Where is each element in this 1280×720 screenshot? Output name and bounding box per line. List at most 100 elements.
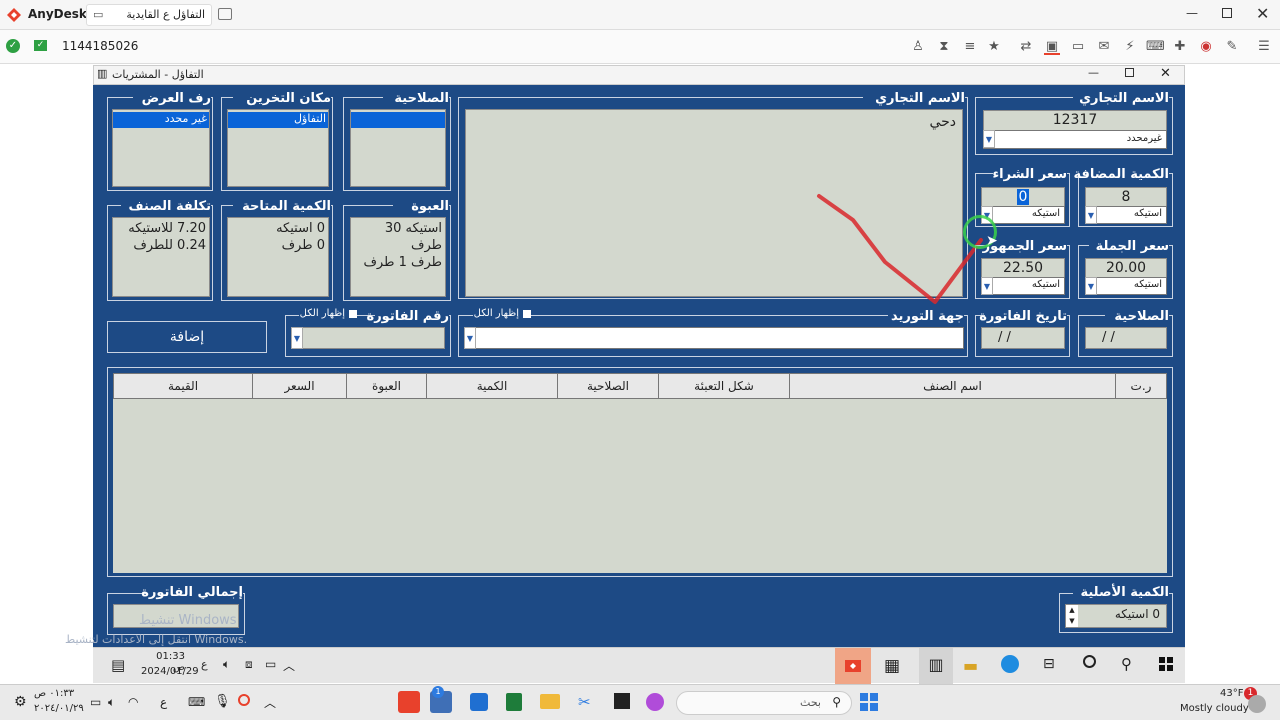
item-code-field[interactable]: 12317 xyxy=(983,110,1167,131)
actions-icon[interactable]: ⚡ xyxy=(1122,39,1138,55)
original-qty-field[interactable]: 0 استيكه xyxy=(1065,604,1167,628)
chevron-up-icon[interactable]: ︿ xyxy=(264,694,276,711)
app-maximize-button[interactable] xyxy=(1125,68,1134,77)
col-header-price[interactable]: السعر xyxy=(252,373,347,399)
invoice-show-all[interactable]: إظهار الكل xyxy=(299,308,357,322)
session-tab[interactable]: ▭ التفاؤل ع القايدية xyxy=(86,4,212,26)
local-clock-time[interactable]: ٠١:٣٣ ص xyxy=(34,688,74,699)
added-qty-unit-select[interactable]: استيكه xyxy=(1085,206,1167,224)
notification-icon[interactable]: ▤ xyxy=(111,656,125,674)
file-transfer-icon[interactable]: ⇄ xyxy=(1018,39,1034,55)
invoice-no-select[interactable] xyxy=(291,327,445,349)
new-tab-icon[interactable] xyxy=(218,8,232,20)
taskbar-anydesk-button[interactable] xyxy=(835,648,871,684)
search-icon[interactable]: ⚲ xyxy=(1121,655,1132,673)
weather-temp[interactable]: 43°F xyxy=(1220,688,1243,699)
cortana-icon[interactable] xyxy=(1083,655,1096,668)
record-icon[interactable]: ◉ xyxy=(1198,39,1214,55)
checkbox[interactable] xyxy=(349,310,357,318)
wholesale-unit-select[interactable]: استيكه xyxy=(1085,277,1167,295)
wholesale-field[interactable]: 20.00 xyxy=(1085,258,1167,278)
remote-clock-date[interactable]: 2024/01/29 xyxy=(141,666,199,677)
volume-icon[interactable]: 🔈︎ xyxy=(108,695,115,710)
supplier-show-all[interactable]: إظهار الكل xyxy=(473,308,531,322)
display-icon[interactable]: ▭ xyxy=(1070,39,1086,55)
remote-lang[interactable]: ع xyxy=(201,658,208,671)
battery-icon[interactable]: ▭ xyxy=(265,657,276,671)
col-header-quantity[interactable]: الكمية xyxy=(426,373,558,399)
wifi-icon[interactable]: ◠ xyxy=(128,695,138,709)
battery-icon[interactable]: ▭ xyxy=(90,695,101,709)
close-button[interactable]: ✕ xyxy=(1256,4,1269,23)
barcode-app-icon[interactable]: ▥ xyxy=(919,648,953,684)
settings-icon[interactable]: ⚙ xyxy=(14,694,27,710)
edge-icon[interactable] xyxy=(1001,655,1019,673)
chevron-up-icon[interactable]: ︿ xyxy=(283,657,295,674)
chevron-down-icon[interactable]: ▼ xyxy=(983,130,995,148)
chevron-down-icon[interactable]: ▼ xyxy=(1085,206,1097,224)
weather-desc[interactable]: Mostly cloudy xyxy=(1180,703,1249,714)
expiry-list[interactable] xyxy=(350,109,446,187)
local-clock-date[interactable]: ٢٠٢٤/٠١/٢٩ xyxy=(34,703,84,714)
add-button[interactable]: إضافة xyxy=(107,321,267,353)
col-header-value[interactable]: القيمة xyxy=(113,373,253,399)
folder-icon[interactable]: ▬ xyxy=(963,656,978,675)
search-box[interactable]: بحث ⚲ xyxy=(676,691,852,715)
expiry2-field[interactable]: / / xyxy=(1085,327,1167,349)
keyboard-icon[interactable]: ⌨ xyxy=(188,695,205,709)
local-lang[interactable]: ع xyxy=(160,695,167,709)
minimize-button[interactable]: — xyxy=(1186,6,1198,20)
col-header-item-name[interactable]: اسم الصنف xyxy=(789,373,1116,399)
monitor-select-icon[interactable]: ▣ xyxy=(1044,39,1060,55)
shelf-list[interactable]: غير محدد xyxy=(112,109,210,187)
public-price-field[interactable]: 22.50 xyxy=(981,258,1065,278)
database-icon[interactable]: ≡ xyxy=(962,39,978,55)
draw-icon[interactable]: ✎ xyxy=(1224,39,1240,55)
chevron-down-icon[interactable]: ▼ xyxy=(291,327,303,349)
col-header-expiry[interactable]: الصلاحية xyxy=(557,373,659,399)
windows-start-icon[interactable] xyxy=(1159,657,1173,671)
permissions-icon[interactable]: ✚ xyxy=(1172,39,1188,55)
network-icon[interactable]: ⧈ xyxy=(245,657,253,672)
folder-icon[interactable] xyxy=(540,694,560,709)
col-header-serial[interactable]: ر.ت xyxy=(1115,373,1167,399)
shelf-option[interactable]: غير محدد xyxy=(113,112,209,128)
col-header-pack[interactable]: العبوة xyxy=(346,373,427,399)
items-table[interactable]: ر.ت اسم الصنف شكل التعبئة الصلاحية الكمي… xyxy=(113,373,1167,573)
col-header-pack-form[interactable]: شكل التعبئة xyxy=(658,373,790,399)
mic-icon[interactable]: 🎙︎ xyxy=(214,694,231,709)
task-view-icon[interactable]: ⊟ xyxy=(1043,656,1055,672)
terminal-icon[interactable] xyxy=(614,693,630,709)
supplier-select[interactable] xyxy=(464,327,964,349)
store-icon[interactable] xyxy=(470,693,488,711)
star-icon[interactable]: ★ xyxy=(986,39,1002,55)
item-unit-select[interactable]: غيرمحدد xyxy=(983,130,1167,149)
storage-list[interactable]: التفاؤل xyxy=(227,109,329,187)
chat-icon[interactable]: ✉ xyxy=(1096,39,1112,55)
purchase-price-field[interactable]: 0 xyxy=(981,187,1065,207)
storage-option[interactable]: التفاؤل xyxy=(228,112,328,128)
calculator-icon[interactable] xyxy=(506,693,522,711)
checkbox[interactable] xyxy=(523,310,531,318)
app-close-button[interactable]: ✕ xyxy=(1160,66,1171,81)
public-price-unit-select[interactable]: استيكه xyxy=(981,277,1065,295)
calculator-icon[interactable]: ▦ xyxy=(884,656,900,676)
snipping-icon[interactable]: ✂ xyxy=(578,693,591,711)
hourglass-icon[interactable]: ⧗ xyxy=(936,39,952,55)
added-qty-field[interactable]: 8 xyxy=(1085,187,1167,207)
keyboard-icon[interactable]: ⌨ xyxy=(1146,39,1165,55)
app-minimize-button[interactable]: — xyxy=(1088,66,1099,79)
spinner-icon[interactable]: ▲ ▼ xyxy=(1066,605,1078,627)
anydesk-taskbar-icon[interactable] xyxy=(398,691,420,713)
record-icon[interactable] xyxy=(238,694,250,706)
maximize-button[interactable] xyxy=(1222,8,1232,18)
chevron-down-icon[interactable]: ▼ xyxy=(464,327,476,349)
menu-icon[interactable]: ☰ xyxy=(1256,39,1272,55)
copilot-icon[interactable] xyxy=(646,693,664,711)
expiry-list-selected-row[interactable] xyxy=(351,112,445,128)
volume-icon[interactable]: 🔈︎ xyxy=(223,657,230,672)
invoice-date-field[interactable]: / / xyxy=(981,327,1065,349)
chevron-down-icon[interactable]: ▼ xyxy=(981,277,993,295)
user-icon[interactable]: ♙ xyxy=(910,39,926,55)
chevron-down-icon[interactable]: ▼ xyxy=(1085,277,1097,295)
